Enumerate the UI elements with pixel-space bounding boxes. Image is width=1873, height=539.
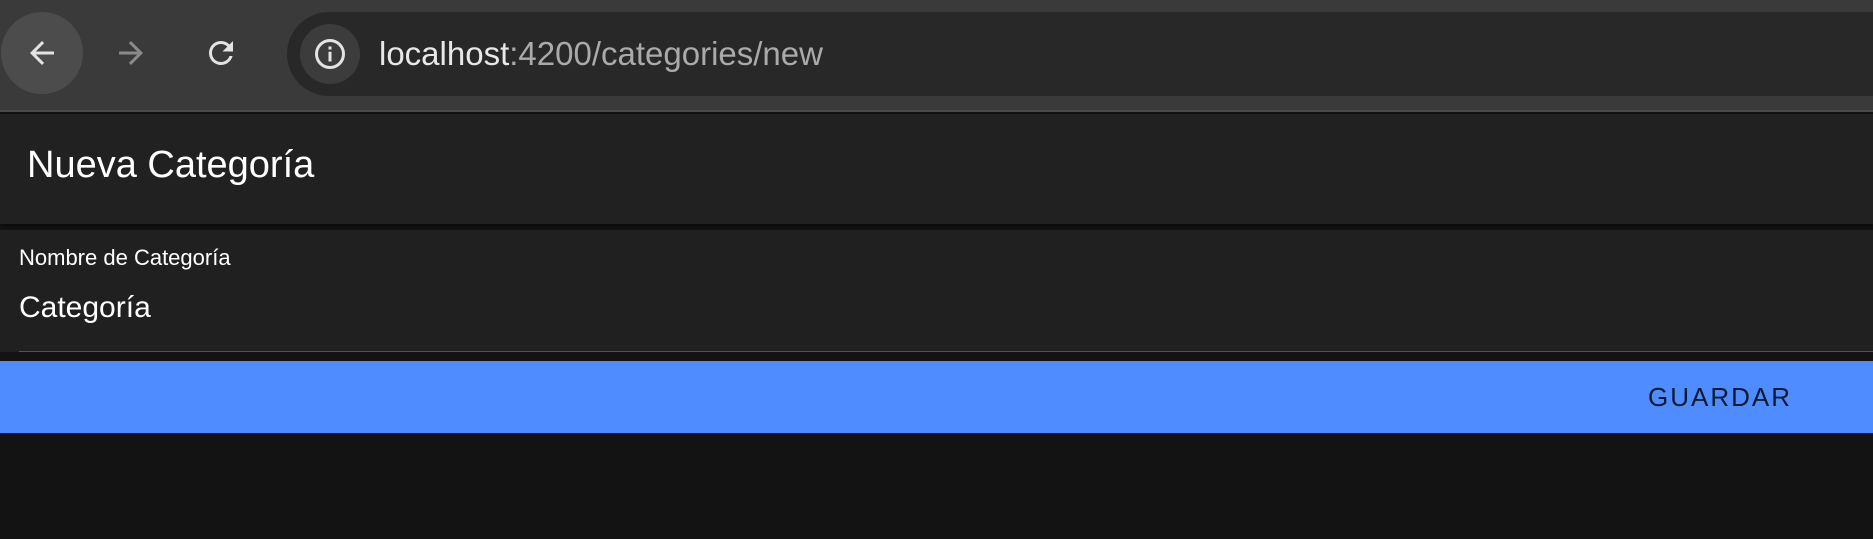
back-button[interactable] [1,12,83,94]
reload-button[interactable] [180,12,262,94]
forward-button[interactable] [90,12,172,94]
arrow-right-icon [119,41,143,65]
address-bar[interactable]: localhost:4200/categories/new [287,12,1873,96]
app-toolbar: Nueva Categoría [0,114,1873,224]
site-info-button[interactable] [300,24,360,84]
category-name-input[interactable] [19,288,1859,328]
page-title: Nueva Categoría [27,144,315,186]
url-text[interactable]: localhost:4200/categories/new [379,12,823,96]
category-name-field: Nombre de Categoría [0,230,1873,352]
url-host: localhost [379,35,510,72]
reload-icon [208,40,233,65]
action-bar: GUARDAR [0,361,1873,433]
arrow-left-icon [30,41,54,65]
category-name-label: Nombre de Categoría [19,245,231,270]
field-underline [19,351,1873,352]
url-path: :4200/categories/new [509,35,823,72]
browser-toolbar: localhost:4200/categories/new [0,0,1873,112]
save-button[interactable]: GUARDAR [1620,361,1820,433]
info-icon [315,39,345,69]
